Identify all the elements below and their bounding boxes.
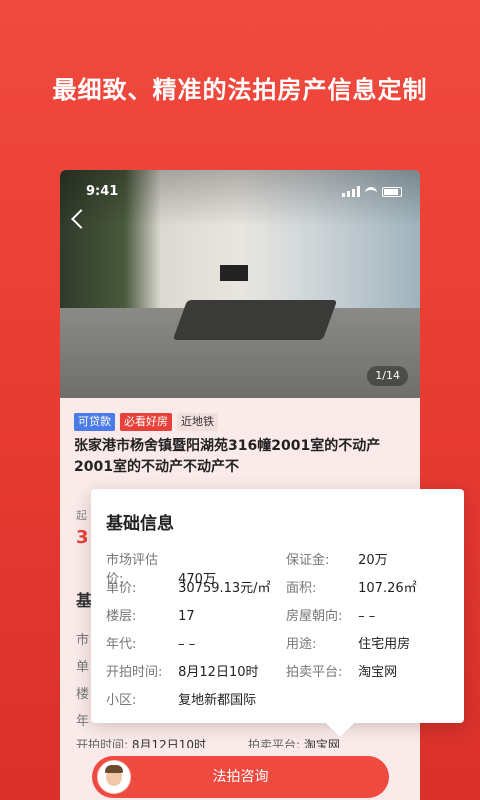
status-icons xyxy=(342,186,402,197)
info-row: 小区: 复地新都国际 xyxy=(106,689,256,708)
info-label: 开拍时间: xyxy=(106,665,163,680)
card-title: 基础信息 xyxy=(106,514,174,534)
start-price-label: 起 xyxy=(76,509,87,522)
row-fragment: 单 xyxy=(76,660,90,675)
info-row: 单价: 30759.13元/㎡ xyxy=(106,577,271,596)
card-pointer xyxy=(326,723,354,737)
info-value: 8月12日10时 xyxy=(178,665,259,680)
section-title-partial: 基 xyxy=(76,591,93,610)
info-label: 保证金: xyxy=(286,553,330,568)
tag-recommended: 必看好房 xyxy=(120,413,172,431)
info-row: 开拍时间: 8月12日10时 xyxy=(106,661,259,680)
tag-loan: 可贷款 xyxy=(74,413,115,431)
consult-button[interactable]: 法拍咨询 xyxy=(92,756,389,798)
row-fragment: 楼 xyxy=(76,687,90,702)
info-value: – – xyxy=(178,637,196,652)
info-row: 拍卖平台: 淘宝网 xyxy=(286,661,397,680)
row-fragment: 年 xyxy=(76,714,90,729)
info-value: 淘宝网 xyxy=(358,665,398,680)
tag-metro: 近地铁 xyxy=(177,413,218,431)
info-label: 小区: xyxy=(106,693,137,708)
listing-title: 张家港市杨舍镇暨阳湖苑316幢2001室的不动产2001室的不动产不动产不 xyxy=(74,438,381,475)
info-value: 复地新都国际 xyxy=(178,693,257,708)
info-label: 年代: xyxy=(106,637,137,652)
agent-avatar[interactable] xyxy=(97,760,131,794)
photo-tv xyxy=(220,265,248,281)
info-row: 年代: – – xyxy=(106,633,195,652)
page-headline: 最细致、精准的法拍房产信息定制 xyxy=(52,76,428,104)
basic-info-card: 基础信息 市场评估价: 470万 单价: 30759.13元/㎡ 楼层: 17 … xyxy=(91,489,464,723)
info-label: 面积: xyxy=(286,581,317,596)
avatar-hair xyxy=(105,765,123,773)
info-value: 17 xyxy=(178,609,195,624)
battery-icon xyxy=(382,186,402,197)
wifi-icon xyxy=(365,186,377,197)
info-label: 楼层: xyxy=(106,609,137,624)
photo-counter: 1/14 xyxy=(367,366,408,386)
signal-icon xyxy=(342,186,360,197)
start-price-value: 3 xyxy=(76,527,89,548)
info-row: 房屋朝向: – – xyxy=(286,605,375,624)
info-label: 单价: xyxy=(106,581,137,596)
info-value: 107.26㎡ xyxy=(358,581,417,596)
info-row: 楼层: 17 xyxy=(106,605,195,624)
status-time: 9:41 xyxy=(86,184,119,199)
tag-list: 可贷款 必看好房 近地铁 xyxy=(74,413,218,431)
info-value: – – xyxy=(358,609,376,624)
row-fragment: 市 xyxy=(76,633,90,648)
info-row: 保证金: 20万 xyxy=(286,549,388,568)
photo-table xyxy=(172,300,338,340)
info-row: 用途: 住宅用房 xyxy=(286,633,410,652)
info-row: 面积: 107.26㎡ xyxy=(286,577,417,596)
info-value: 住宅用房 xyxy=(358,637,411,652)
info-label: 房屋朝向: xyxy=(286,609,343,624)
info-value: 20万 xyxy=(358,553,388,568)
status-bar: 9:41 xyxy=(60,184,420,202)
info-label: 拍卖平台: xyxy=(286,665,343,680)
info-label: 用途: xyxy=(286,637,317,652)
info-value: 30759.13元/㎡ xyxy=(178,581,271,596)
property-photo[interactable] xyxy=(60,170,420,398)
